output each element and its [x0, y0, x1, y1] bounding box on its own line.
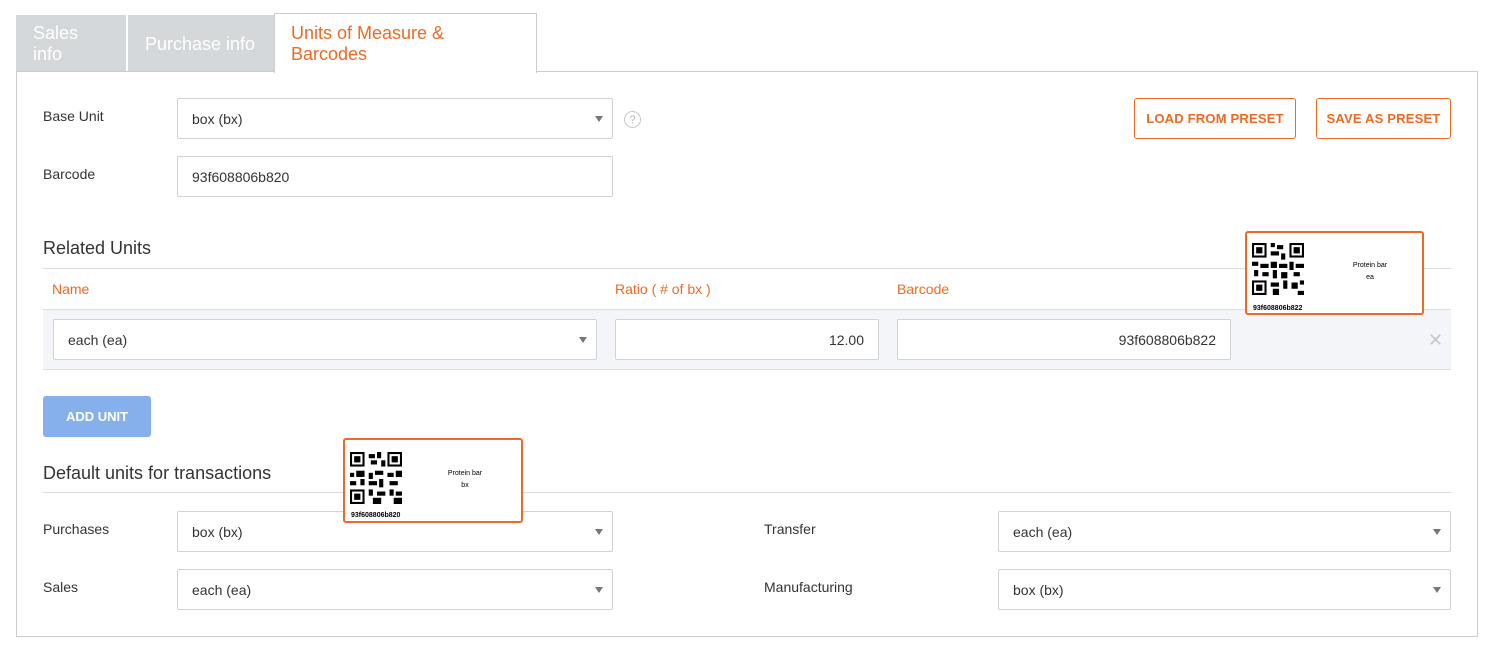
- base-unit-value: box (bx): [192, 110, 243, 127]
- column-header-barcode: Barcode: [897, 281, 950, 297]
- preview-barcode-text: 93f608806b822: [1253, 305, 1303, 312]
- barcode-label: Barcode: [43, 166, 96, 182]
- transfer-unit-select[interactable]: each (ea): [998, 511, 1451, 552]
- purchases-label: Purchases: [43, 521, 110, 537]
- preview-barcode-text: 93f608806b820: [351, 512, 401, 519]
- base-unit-select[interactable]: box (bx): [177, 98, 613, 139]
- barcode-label-preview: Protein bar ea 93f608806b822: [1245, 231, 1424, 315]
- chevron-down-icon: [595, 116, 603, 122]
- related-unit-barcode-input[interactable]: 93f608806b822: [897, 319, 1231, 360]
- manufacturing-unit-value: box (bx): [1013, 581, 1064, 598]
- related-unit-name-value: each (ea): [68, 331, 128, 348]
- sales-unit-value: each (ea): [192, 581, 252, 598]
- column-header-name: Name: [52, 281, 90, 297]
- manufacturing-unit-select[interactable]: box (bx): [998, 569, 1451, 610]
- default-units-title: Default units for transactions: [43, 463, 272, 483]
- tab-units-of-measure-barcodes[interactable]: Units of Measure & Barcodes: [274, 13, 537, 73]
- qr-code-icon: [1252, 243, 1304, 295]
- sales-label: Sales: [43, 579, 79, 595]
- question-circle-icon[interactable]: ?: [624, 111, 641, 128]
- chevron-down-icon: [1433, 587, 1441, 593]
- barcode-input[interactable]: 93f608806b820: [177, 156, 613, 197]
- sales-unit-select[interactable]: each (ea): [177, 569, 613, 610]
- chevron-down-icon: [1433, 529, 1441, 535]
- add-unit-button[interactable]: ADD UNIT: [43, 396, 151, 437]
- preview-unit: bx: [461, 482, 469, 489]
- divider: [43, 268, 1451, 269]
- transfer-label: Transfer: [764, 521, 816, 537]
- divider: [43, 492, 1451, 493]
- close-icon[interactable]: ✕: [1428, 330, 1443, 351]
- tab-sales-info[interactable]: Sales info: [16, 15, 128, 73]
- chevron-down-icon: [595, 587, 603, 593]
- chevron-down-icon: [579, 337, 587, 343]
- base-unit-label: Base Unit: [43, 108, 104, 124]
- load-from-preset-button[interactable]: LOAD FROM PRESET: [1134, 98, 1296, 139]
- save-as-preset-button[interactable]: SAVE AS PRESET: [1316, 98, 1451, 139]
- purchases-unit-value: box (bx): [192, 523, 243, 540]
- tab-purchase-info[interactable]: Purchase info: [128, 15, 274, 73]
- manufacturing-label: Manufacturing: [764, 579, 853, 595]
- ratio-input[interactable]: 12.00: [615, 319, 879, 360]
- preview-product-name: Protein bar: [447, 470, 483, 477]
- preview-product-name: Protein bar: [1352, 262, 1388, 269]
- preview-unit: ea: [1366, 274, 1374, 281]
- column-header-ratio: Ratio ( # of bx ): [615, 281, 711, 297]
- related-units-title: Related Units: [43, 238, 152, 258]
- related-unit-name-select[interactable]: each (ea): [53, 319, 597, 360]
- chevron-down-icon: [595, 529, 603, 535]
- qr-code-icon: [350, 452, 402, 504]
- transfer-unit-value: each (ea): [1013, 523, 1073, 540]
- tab-bar: Sales info Purchase info Units of Measur…: [16, 13, 537, 73]
- barcode-label-preview: Protein bar bx 93f608806b820: [343, 438, 523, 523]
